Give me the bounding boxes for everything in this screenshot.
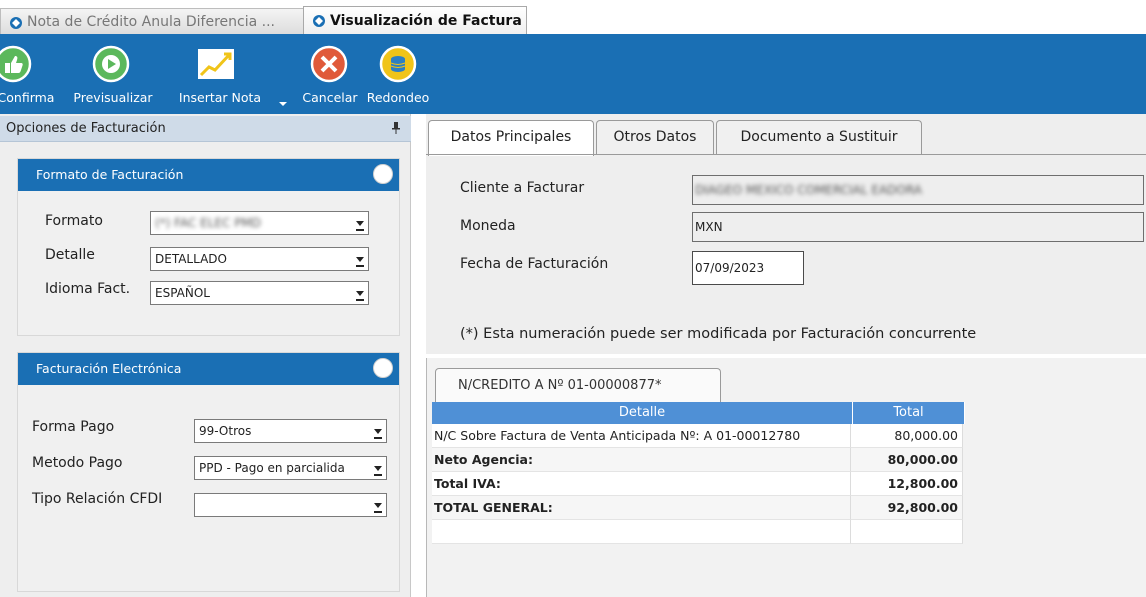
coins-icon [379,45,417,83]
formato-select[interactable]: (*) FAC ELEC PMD [150,211,369,235]
collapse-toggle-icon[interactable] [373,164,393,184]
chevron-down-icon [374,466,382,476]
toolbar: Confirma Previsualizar Insertar Nota Can… [0,36,1146,114]
document-icon [313,15,325,27]
cell-detalle: N/C Sobre Factura de Venta Anticipada Nº… [432,424,851,448]
opciones-facturacion-panel: Opciones de Facturación Formato de Factu… [0,114,411,597]
moneda-label: Moneda [460,218,516,234]
grid-header: Detalle Total [432,402,965,424]
panel-title: Opciones de Facturación [6,121,166,136]
chevron-down-icon [356,221,364,231]
moneda-value: MXN [695,220,723,234]
cell-detalle [432,520,851,544]
previsualizar-button[interactable]: Previsualizar [66,36,160,114]
metodo-pago-select[interactable]: PPD - Pago en parcialida [194,456,387,480]
idioma-select[interactable]: ESPAÑOL [150,281,369,305]
cancelar-label: Cancelar [302,90,358,105]
table-row[interactable]: TOTAL GENERAL: 92,800.00 [432,496,963,520]
redondeo-label: Redondeo [366,90,430,105]
moneda-field[interactable]: MXN [692,212,1144,242]
group-header: Facturación Electrónica [18,353,399,385]
detalle-value: DETALLADO [155,252,227,266]
doc-tab-visualizacion-factura[interactable]: Visualización de Factura [303,6,527,35]
chevron-down-icon [356,257,364,267]
document-icon [10,17,22,29]
cell-detalle: Total IVA: [432,472,851,496]
table-row[interactable] [432,520,963,544]
insertar-nota-button[interactable]: Insertar Nota [168,36,272,114]
doc-tab-label: Nota de Crédito Anula Diferencia ... [27,14,275,30]
credit-note-panel: N/CREDITO A Nº 01-00000877* Detalle Tota… [426,358,1146,597]
column-header-total[interactable]: Total [853,402,965,424]
group-title: Formato de Facturación [36,167,184,182]
cell-total: 12,800.00 [851,472,963,496]
detalle-select[interactable]: DETALLADO [150,247,369,271]
doc-tab-nota-credito[interactable]: Nota de Crédito Anula Diferencia ... [0,8,304,35]
group-title: Facturación Electrónica [36,361,182,376]
collapse-toggle-icon[interactable] [373,358,393,378]
fecha-field[interactable]: 07/09/2023 [692,251,804,285]
previsualizar-label: Previsualizar [73,90,153,105]
idioma-label: Idioma Fact. [45,281,131,297]
chevron-down-icon [356,291,364,301]
cliente-field[interactable]: DIAGEO MEXICO COMERCIAL EADORA [692,175,1144,205]
cliente-label: Cliente a Facturar [460,180,585,196]
forma-pago-label: Forma Pago [32,419,115,435]
chevron-down-icon [374,503,382,513]
tab-credit-note[interactable]: N/CREDITO A Nº 01-00000877* [435,368,721,402]
cancel-icon [310,45,348,83]
formato-facturacion-group: Formato de Facturación Formato (*) FAC E… [17,158,400,336]
cliente-value: DIAGEO MEXICO COMERCIAL EADORA [695,183,922,197]
tab-documento-sustituir[interactable]: Documento a Sustituir [716,120,922,154]
insertar-nota-dropdown-icon[interactable] [279,102,287,106]
tab-underline [426,154,1146,155]
cell-detalle: Neto Agencia: [432,448,851,472]
forma-pago-select[interactable]: 99-Otros [194,419,387,443]
cell-total: 80,000.00 [851,424,963,448]
pin-icon[interactable] [391,121,401,135]
table-row[interactable]: Total IVA: 12,800.00 [432,472,963,496]
redondeo-button[interactable]: Redondeo [366,36,430,114]
fecha-value: 07/09/2023 [695,261,765,275]
table-row[interactable]: Neto Agencia: 80,000.00 [432,448,963,472]
confirma-label: Confirma [0,90,55,105]
cell-total: 80,000.00 [851,448,963,472]
document-tabs: Nota de Crédito Anula Diferencia ... Vis… [0,0,1146,36]
cell-total [851,520,963,544]
confirma-button[interactable]: Confirma [0,36,60,114]
numeracion-note: (*) Esta numeración puede ser modificada… [460,326,977,342]
tipo-relacion-label: Tipo Relación CFDI [32,491,163,507]
group-header: Formato de Facturación [18,159,399,191]
thumbs-up-icon [0,45,32,83]
cell-total: 92,800.00 [851,496,963,520]
tab-otros-datos[interactable]: Otros Datos [596,120,714,154]
panel-header: Opciones de Facturación [0,116,411,142]
tab-datos-principales[interactable]: Datos Principales [428,120,594,156]
column-header-detalle[interactable]: Detalle [432,402,853,424]
forma-pago-value: 99-Otros [199,424,252,438]
cancelar-button[interactable]: Cancelar [290,36,370,114]
metodo-pago-value: PPD - Pago en parcialida [199,461,345,475]
formato-value: (*) FAC ELEC PMD [155,216,262,230]
fecha-label: Fecha de Facturación [460,256,609,272]
metodo-pago-label: Metodo Pago [32,455,123,471]
chart-trend-icon [198,49,234,79]
chevron-down-icon [374,429,382,439]
doc-tab-label: Visualización de Factura [330,13,522,29]
play-icon [92,45,130,83]
tipo-relacion-select[interactable] [194,493,387,517]
formato-label: Formato [45,213,103,229]
detalle-label: Detalle [45,247,95,263]
idioma-value: ESPAÑOL [155,286,210,300]
cell-detalle: TOTAL GENERAL: [432,496,851,520]
facturacion-electronica-group: Facturación Electrónica Forma Pago 99-Ot… [17,352,400,592]
table-row[interactable]: N/C Sobre Factura de Venta Anticipada Nº… [432,424,963,448]
insertar-nota-label: Insertar Nota [178,90,262,105]
datos-panel: Datos Principales Otros Datos Documento … [426,114,1146,354]
